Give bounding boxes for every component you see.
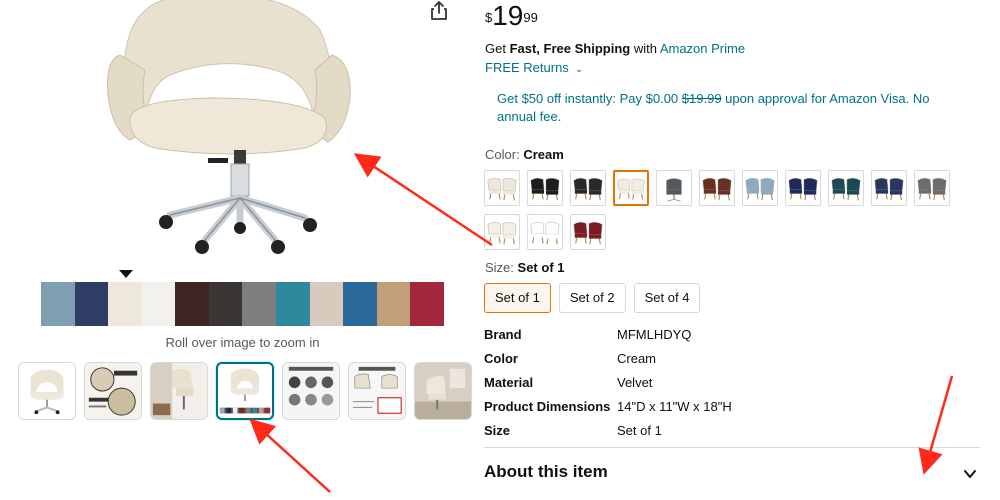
- color-swatch-strip: [41, 282, 444, 326]
- color-option-swatch[interactable]: [484, 170, 520, 206]
- visa-promo-link[interactable]: Get $50 off instantly: Pay $0.00 $19.99 …: [497, 90, 967, 126]
- color-option-swatch[interactable]: [570, 170, 606, 206]
- shipping-middle: with: [630, 41, 660, 56]
- size-option-set-of-1[interactable]: Set of 1: [484, 283, 551, 313]
- price-fraction: 99: [523, 10, 538, 25]
- spec-key: Material: [484, 374, 534, 390]
- color-label: Color: Cream: [485, 147, 564, 162]
- price-symbol: $: [485, 10, 493, 25]
- shipping-prefix: Get: [485, 41, 510, 56]
- thumbnail-chair-in-office[interactable]: [150, 362, 208, 420]
- amazon-prime-link[interactable]: Amazon Prime: [660, 41, 745, 56]
- color-option-swatch[interactable]: [785, 170, 821, 206]
- color-strip-swatch: [242, 282, 277, 326]
- color-strip-swatch: [41, 282, 75, 326]
- size-label: Size: Set of 1: [485, 260, 565, 275]
- color-option-swatch[interactable]: [871, 170, 907, 206]
- color-strip-swatch: [410, 282, 444, 326]
- annotation-arrow-about: [918, 375, 954, 475]
- free-returns-link[interactable]: FREE Returns ⌄: [485, 60, 583, 75]
- chevron-down-icon[interactable]: [962, 466, 978, 482]
- spec-key: Color: [484, 350, 518, 366]
- promo-text-1: Get $50 off instantly: Pay $0.00: [497, 91, 682, 106]
- color-option-swatch[interactable]: [656, 170, 692, 206]
- color-strip-swatch: [276, 282, 310, 326]
- spec-key: Brand: [484, 326, 522, 342]
- thumbnail-color-options[interactable]: [216, 362, 274, 420]
- spec-value: MFMLHDYQ: [617, 326, 692, 342]
- spec-value: 14"D x 11"W x 18"H: [617, 398, 732, 414]
- color-strip-swatch: [108, 282, 142, 326]
- size-option-set-of-2[interactable]: Set of 2: [558, 283, 626, 313]
- about-this-item-heading[interactable]: About this item: [484, 462, 608, 482]
- color-strip-swatch: [175, 282, 209, 326]
- thumbnail-velvet-fabric-detail[interactable]: [84, 362, 142, 420]
- spec-row-material: Material Velvet: [484, 370, 732, 394]
- thumbnail-swatch-chart[interactable]: [282, 362, 340, 420]
- color-strip-swatch: [208, 282, 243, 326]
- thumbnail-chair-front[interactable]: [18, 362, 76, 420]
- thumbnail-measurement-chart[interactable]: [348, 362, 406, 420]
- spec-row-size: Size Set of 1: [484, 418, 732, 442]
- product-specs-table: Brand MFMLHDYQ Color Cream Material Velv…: [484, 322, 732, 442]
- spec-value: Cream: [617, 350, 657, 366]
- spec-key: Product Dimensions: [484, 398, 611, 414]
- price: $1999: [485, 2, 538, 30]
- selected-color: Cream: [523, 147, 564, 162]
- office-chair-image: [107, 0, 351, 254]
- color-strip-swatch: [309, 282, 344, 326]
- color-option-swatch[interactable]: [570, 214, 606, 250]
- selected-size: Set of 1: [517, 260, 565, 275]
- chevron-down-icon: ⌄: [574, 64, 584, 75]
- color-option-swatch[interactable]: [613, 170, 649, 206]
- spec-value: Set of 1: [617, 422, 662, 438]
- color-option-swatch[interactable]: [699, 170, 735, 206]
- zoom-hint: Roll over image to zoom in: [165, 335, 320, 350]
- spec-key: Size: [484, 422, 511, 438]
- size-label-text: Size:: [485, 260, 514, 275]
- annotation-arrow-thumbnail: [249, 418, 331, 493]
- thumbnail-gallery: [18, 362, 472, 420]
- color-strip-swatch: [141, 282, 176, 326]
- thumbnail-room-scene[interactable]: [414, 362, 472, 420]
- section-divider: [484, 447, 980, 448]
- free-returns-label: FREE Returns: [485, 60, 569, 75]
- shipping-bold: Fast, Free Shipping: [509, 41, 631, 56]
- share-icon[interactable]: [428, 0, 450, 22]
- spec-row-color: Color Cream: [484, 346, 732, 370]
- color-strip-swatch: [343, 282, 377, 326]
- color-option-swatch[interactable]: [742, 170, 778, 206]
- spec-row-brand: Brand MFMLHDYQ: [484, 322, 732, 346]
- color-label-text: Color:: [485, 147, 520, 162]
- color-option-swatch[interactable]: [914, 170, 950, 206]
- size-options: Set of 1 Set of 2 Set of 4: [484, 283, 701, 313]
- color-option-swatch[interactable]: [484, 214, 520, 250]
- size-option-set-of-4[interactable]: Set of 4: [633, 283, 701, 313]
- spec-row-dimensions: Product Dimensions 14"D x 11"W x 18"H: [484, 394, 732, 418]
- color-option-swatch[interactable]: [527, 170, 563, 206]
- promo-strike-price: $19.99: [681, 91, 722, 106]
- spec-value: Velvet: [617, 374, 653, 390]
- color-strip-swatch: [376, 282, 411, 326]
- selected-color-pointer-icon: [119, 270, 133, 278]
- color-options: [484, 170, 964, 250]
- color-strip-swatch: [74, 282, 109, 326]
- main-product-image[interactable]: [100, 0, 400, 262]
- color-option-swatch[interactable]: [828, 170, 864, 206]
- shipping-info: Get Fast, Free Shipping with Amazon Prim…: [485, 41, 745, 56]
- color-option-swatch[interactable]: [527, 214, 563, 250]
- price-whole: 19: [492, 0, 524, 31]
